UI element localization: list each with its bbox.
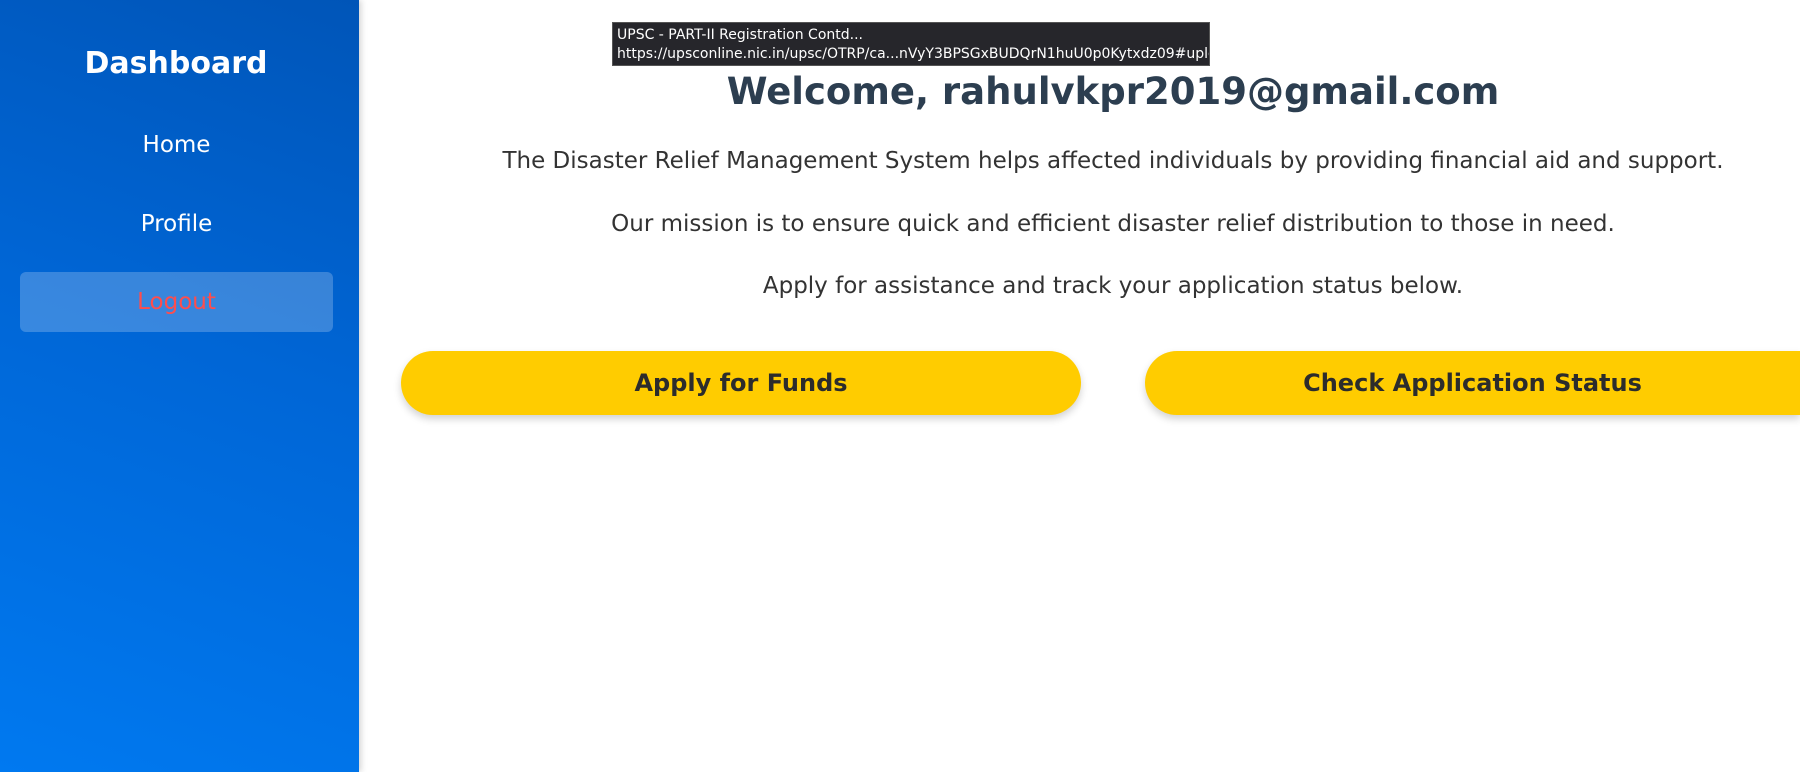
- mission-paragraph: Our mission is to ensure quick and effic…: [611, 211, 1615, 237]
- sidebar-title: Dashboard: [84, 46, 268, 81]
- link-tooltip: UPSC - PART-II Registration Contd... htt…: [612, 22, 1210, 66]
- instruction-paragraph: Apply for assistance and track your appl…: [762, 273, 1464, 299]
- sidebar: Dashboard Home Profile Logout: [0, 0, 359, 772]
- welcome-heading: Welcome, rahulvkpr2019@gmail.com: [726, 70, 1500, 113]
- apply-for-funds-button[interactable]: Apply for Funds: [401, 351, 1081, 415]
- sidebar-item-logout[interactable]: Logout: [20, 272, 333, 332]
- check-application-status-button[interactable]: Check Application Status: [1145, 351, 1800, 415]
- tooltip-url: https://upsconline.nic.in/upsc/OTRP/ca..…: [617, 46, 1210, 62]
- sidebar-item-home[interactable]: Home: [20, 115, 333, 175]
- main-content: Welcome, rahulvkpr2019@gmail.com The Dis…: [359, 0, 1800, 772]
- tooltip-title: UPSC - PART-II Registration Contd...: [617, 27, 863, 43]
- sidebar-item-profile[interactable]: Profile: [20, 194, 333, 254]
- description-paragraph: The Disaster Relief Management System he…: [502, 148, 1724, 174]
